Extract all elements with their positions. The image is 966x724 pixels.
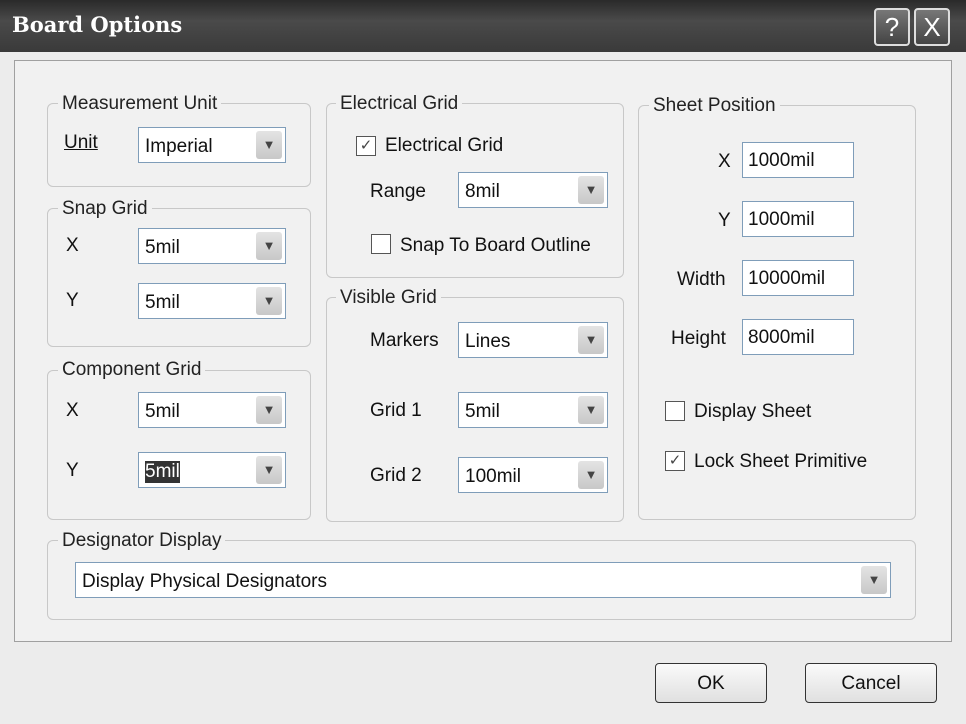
component-grid-title: Component Grid <box>58 359 206 381</box>
designator-display-title: Designator Display <box>58 530 226 552</box>
designator-display-value: Display Physical Designators <box>82 571 327 592</box>
unit-value: Imperial <box>145 136 213 157</box>
component-y-label: Y <box>66 460 79 481</box>
electrical-grid-title: Electrical Grid <box>336 93 463 115</box>
chevron-down-icon[interactable]: ▼ <box>256 396 282 424</box>
title-bar[interactable]: Board Options ? X <box>0 0 966 52</box>
grid2-combo[interactable]: 100mil ▼ <box>458 457 608 493</box>
chevron-down-icon[interactable]: ▼ <box>578 461 604 489</box>
sheet-height-input[interactable]: 8000mil <box>742 319 854 355</box>
chevron-down-icon[interactable]: ▼ <box>256 456 282 484</box>
lock-sheet-primitive-label[interactable]: Lock Sheet Primitive <box>694 451 867 473</box>
snap-y-value: 5mil <box>145 292 180 313</box>
range-label: Range <box>370 181 426 202</box>
visible-grid-title: Visible Grid <box>336 287 441 309</box>
markers-value: Lines <box>465 331 511 352</box>
chevron-down-icon[interactable]: ▼ <box>578 396 604 424</box>
sheet-x-value: 1000mil <box>748 150 815 171</box>
snap-x-combo[interactable]: 5mil ▼ <box>138 228 286 264</box>
sheet-x-label: X <box>718 151 731 172</box>
sheet-y-input[interactable]: 1000mil <box>742 201 854 237</box>
snap-y-label: Y <box>66 290 79 311</box>
chevron-down-icon[interactable]: ▼ <box>861 566 887 594</box>
chevron-down-icon[interactable]: ▼ <box>256 287 282 315</box>
grid1-combo[interactable]: 5mil ▼ <box>458 392 608 428</box>
chevron-down-icon[interactable]: ▼ <box>256 232 282 260</box>
unit-label: Unit <box>64 132 98 153</box>
grid1-value: 5mil <box>465 401 500 422</box>
grid2-label: Grid 2 <box>370 465 422 486</box>
range-combo[interactable]: 8mil ▼ <box>458 172 608 208</box>
markers-label: Markers <box>370 330 439 351</box>
unit-combo[interactable]: Imperial ▼ <box>138 127 286 163</box>
snap-grid-title: Snap Grid <box>58 198 152 220</box>
designator-display-combo[interactable]: Display Physical Designators ▼ <box>75 562 891 598</box>
snap-to-board-outline-checkbox[interactable] <box>371 234 391 254</box>
component-x-combo[interactable]: 5mil ▼ <box>138 392 286 428</box>
display-sheet-label[interactable]: Display Sheet <box>694 401 811 423</box>
range-value: 8mil <box>465 181 500 202</box>
snap-x-value: 5mil <box>145 237 180 258</box>
sheet-position-title: Sheet Position <box>649 95 780 117</box>
close-button[interactable]: X <box>914 8 950 46</box>
grid1-label: Grid 1 <box>370 400 422 421</box>
grid2-value: 100mil <box>465 466 521 487</box>
sheet-width-input[interactable]: 10000mil <box>742 260 854 296</box>
sheet-height-value: 8000mil <box>748 327 815 348</box>
snap-y-combo[interactable]: 5mil ▼ <box>138 283 286 319</box>
sheet-y-label: Y <box>718 210 731 231</box>
sheet-x-input[interactable]: 1000mil <box>742 142 854 178</box>
component-x-value: 5mil <box>145 401 180 422</box>
chevron-down-icon[interactable]: ▼ <box>256 131 282 159</box>
sheet-y-value: 1000mil <box>748 209 815 230</box>
electrical-grid-checkbox[interactable]: ✓ <box>356 136 376 156</box>
chevron-down-icon[interactable]: ▼ <box>578 326 604 354</box>
snap-to-board-outline-label[interactable]: Snap To Board Outline <box>400 235 591 257</box>
ok-button[interactable]: OK <box>655 663 767 703</box>
snap-x-label: X <box>66 235 79 256</box>
measurement-unit-title: Measurement Unit <box>58 93 222 115</box>
sheet-height-label: Height <box>671 328 726 349</box>
markers-combo[interactable]: Lines ▼ <box>458 322 608 358</box>
cancel-button[interactable]: Cancel <box>805 663 937 703</box>
help-button[interactable]: ? <box>874 8 910 46</box>
sheet-width-label: Width <box>677 269 726 290</box>
electrical-grid-check-label[interactable]: Electrical Grid <box>385 135 503 157</box>
component-x-label: X <box>66 400 79 421</box>
sheet-width-value: 10000mil <box>748 268 826 289</box>
window-title: Board Options <box>12 12 183 37</box>
display-sheet-checkbox[interactable] <box>665 401 685 421</box>
lock-sheet-primitive-checkbox[interactable]: ✓ <box>665 451 685 471</box>
component-y-combo[interactable]: 5mil ▼ <box>138 452 286 488</box>
component-y-value: 5mil <box>145 461 180 483</box>
chevron-down-icon[interactable]: ▼ <box>578 176 604 204</box>
